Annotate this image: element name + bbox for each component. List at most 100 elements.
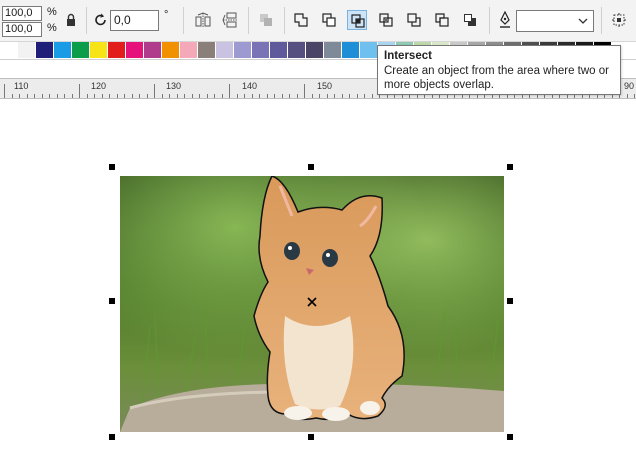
selection-handle-bottom-middle[interactable] <box>308 434 314 440</box>
ruler-tick <box>49 94 50 98</box>
palette-swatch[interactable] <box>198 42 216 58</box>
intersect-button[interactable] <box>347 10 367 30</box>
palette-swatch[interactable] <box>288 42 306 58</box>
mirror-vertical-button[interactable] <box>220 10 240 30</box>
back-minus-front-icon <box>435 13 449 27</box>
outline-width-select[interactable] <box>516 10 594 32</box>
palette-swatch[interactable] <box>234 42 252 58</box>
ruler-tick <box>371 94 373 98</box>
wireframe-button[interactable] <box>609 10 629 30</box>
palette-swatch[interactable] <box>90 42 108 58</box>
palette-swatch[interactable] <box>0 42 18 58</box>
rotate-icon <box>93 11 109 29</box>
selection-handle-top-right[interactable] <box>507 164 513 170</box>
weld-button[interactable] <box>291 10 311 30</box>
palette-swatch[interactable] <box>342 42 360 58</box>
back-minus-front-button[interactable] <box>432 10 452 30</box>
intersect-icon <box>351 14 365 28</box>
ruler-tick <box>19 94 20 98</box>
degree-sign: ° <box>164 9 169 21</box>
palette-swatch[interactable] <box>126 42 144 58</box>
combine-button[interactable] <box>256 10 276 30</box>
ruler-tick <box>11 94 13 98</box>
ruler-tick <box>364 94 365 98</box>
create-boundary-button[interactable] <box>460 10 480 30</box>
ruler-tick <box>79 84 80 98</box>
ruler-tick <box>139 94 140 98</box>
front-minus-back-button[interactable] <box>404 10 424 30</box>
selection-handle-middle-right[interactable] <box>507 298 513 304</box>
ruler-tick <box>161 94 163 98</box>
chevron-down-icon <box>578 18 588 24</box>
ruler-tick <box>626 94 628 98</box>
ruler-tick <box>184 94 185 98</box>
toolbar-separator <box>86 7 87 34</box>
toolbar-separator <box>248 7 249 34</box>
selection-handle-bottom-left[interactable] <box>109 434 115 440</box>
simplify-icon <box>379 13 393 27</box>
weld-icon <box>294 13 308 27</box>
palette-swatch[interactable] <box>162 42 180 58</box>
ruler-tick <box>634 94 635 98</box>
wireframe-icon <box>612 13 626 27</box>
ruler-tick <box>311 94 313 98</box>
ruler-tick <box>199 94 200 98</box>
trim-icon <box>322 13 336 27</box>
ruler-label: 120 <box>91 81 107 91</box>
ruler-tick <box>4 84 5 98</box>
rotation-angle-field[interactable]: 0,0 <box>110 10 159 31</box>
selection-handle-bottom-right[interactable] <box>507 434 513 440</box>
ruler-tick <box>341 94 343 98</box>
ruler-tick <box>221 94 223 98</box>
palette-swatch[interactable] <box>144 42 162 58</box>
outline-pen-icon <box>498 10 512 29</box>
ruler-label: 150 <box>317 81 333 91</box>
selection-handle-top-left[interactable] <box>109 164 115 170</box>
ruler-tick <box>214 94 215 98</box>
mirror-horizontal-button[interactable] <box>193 10 213 30</box>
palette-swatch[interactable] <box>180 42 198 58</box>
ruler-tick <box>86 94 88 98</box>
palette-swatch[interactable] <box>216 42 234 58</box>
ruler-tick <box>274 94 275 98</box>
scale-x-field[interactable]: 100,0 <box>2 6 42 21</box>
ruler-tick <box>41 94 43 98</box>
ruler-tick <box>176 94 178 98</box>
ruler-tick <box>236 94 238 98</box>
mirror-vertical-icon <box>222 12 237 28</box>
palette-swatch[interactable] <box>252 42 270 58</box>
palette-swatch[interactable] <box>54 42 72 58</box>
selection-handle-middle-left[interactable] <box>109 298 115 304</box>
ruler-tick <box>34 94 35 98</box>
create-boundary-icon <box>464 14 476 26</box>
combine-icon <box>260 14 272 26</box>
lock-ratio-icon[interactable] <box>63 12 79 28</box>
palette-swatch[interactable] <box>72 42 90 58</box>
ruler-tick <box>154 84 155 98</box>
ruler-tick <box>206 94 208 98</box>
scale-y-field[interactable]: 100,0 <box>2 22 42 37</box>
ruler-tick <box>319 94 320 98</box>
ruler-tick <box>244 94 245 98</box>
scale-x-percent: % <box>47 6 57 18</box>
palette-swatch[interactable] <box>270 42 288 58</box>
palette-swatch[interactable] <box>360 42 378 58</box>
tooltip-body-line: more objects overlap. <box>384 79 494 91</box>
palette-swatch[interactable] <box>36 42 54 58</box>
palette-swatch[interactable] <box>324 42 342 58</box>
tooltip-body-line: Create an object from the area where two… <box>384 65 610 77</box>
simplify-button[interactable] <box>376 10 396 30</box>
selection-handle-top-middle[interactable] <box>308 164 314 170</box>
ruler-label: 110 <box>14 81 29 91</box>
trim-button[interactable] <box>319 10 339 30</box>
palette-swatch[interactable] <box>108 42 126 58</box>
ruler-tick <box>146 94 148 98</box>
ruler-tick <box>349 94 350 98</box>
ruler-tick <box>94 94 95 98</box>
ruler-tick <box>281 94 283 98</box>
ruler-tick <box>304 84 305 98</box>
center-marker-icon[interactable] <box>307 297 317 307</box>
palette-swatch[interactable] <box>18 42 36 58</box>
palette-swatch[interactable] <box>306 42 324 58</box>
toolbar-separator <box>489 7 490 34</box>
